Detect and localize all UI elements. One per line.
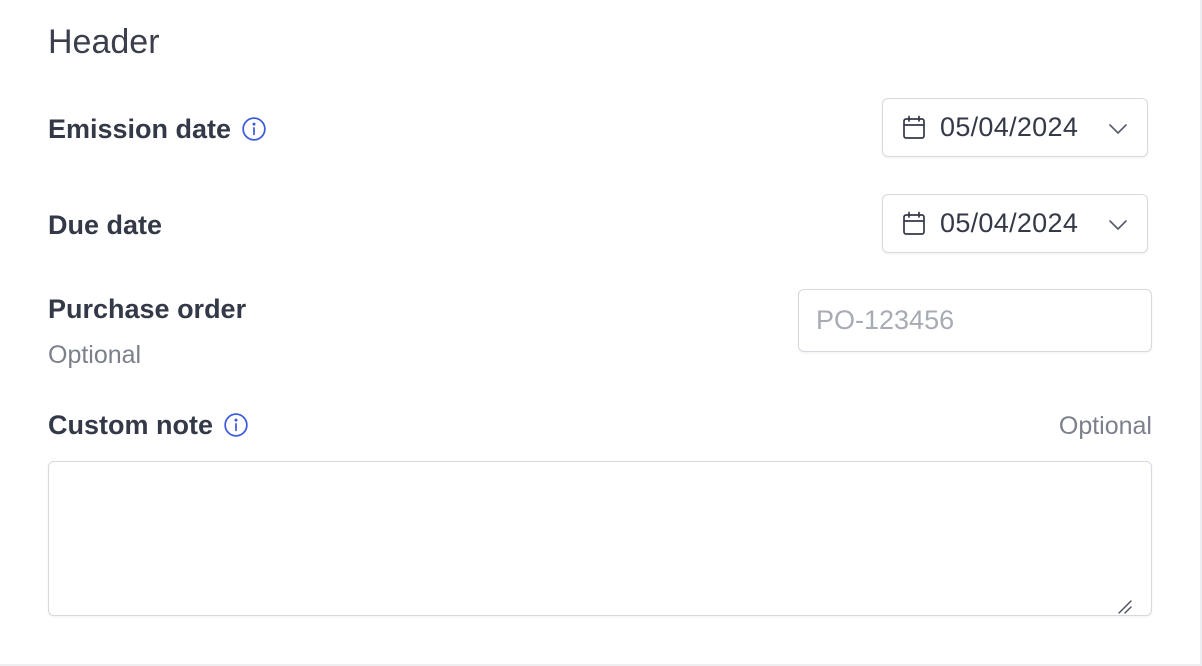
form-panel: Header Emission date 05/04/2024 Due date… bbox=[0, 0, 1202, 666]
due-date-value: 05/04/2024 bbox=[940, 208, 1079, 238]
resize-handle-icon[interactable] bbox=[1116, 598, 1132, 614]
calendar-icon bbox=[902, 211, 926, 237]
custom-note-label-group: Custom note bbox=[48, 409, 249, 441]
info-icon[interactable] bbox=[241, 116, 267, 142]
custom-note-optional-label: Optional bbox=[1058, 412, 1152, 440]
purchase-order-label-group: Purchase order bbox=[48, 293, 246, 325]
chevron-down-icon bbox=[1107, 118, 1129, 140]
purchase-order-input[interactable] bbox=[798, 289, 1152, 352]
calendar-icon bbox=[902, 115, 926, 141]
section-title: Header bbox=[48, 23, 160, 61]
purchase-order-optional-label: Optional bbox=[48, 341, 142, 369]
chevron-down-icon bbox=[1107, 214, 1129, 236]
due-date-label-group: Due date bbox=[48, 209, 162, 241]
info-icon[interactable] bbox=[223, 412, 249, 438]
emission-date-label-group: Emission date bbox=[48, 113, 267, 145]
custom-note-label: Custom note bbox=[48, 410, 213, 440]
emission-date-value: 05/04/2024 bbox=[940, 112, 1079, 142]
emission-date-picker[interactable]: 05/04/2024 bbox=[882, 98, 1148, 157]
emission-date-label: Emission date bbox=[48, 114, 232, 144]
purchase-order-label: Purchase order bbox=[48, 294, 247, 324]
due-date-picker[interactable]: 05/04/2024 bbox=[882, 194, 1148, 253]
custom-note-textarea[interactable] bbox=[48, 461, 1152, 616]
due-date-label: Due date bbox=[48, 210, 163, 240]
